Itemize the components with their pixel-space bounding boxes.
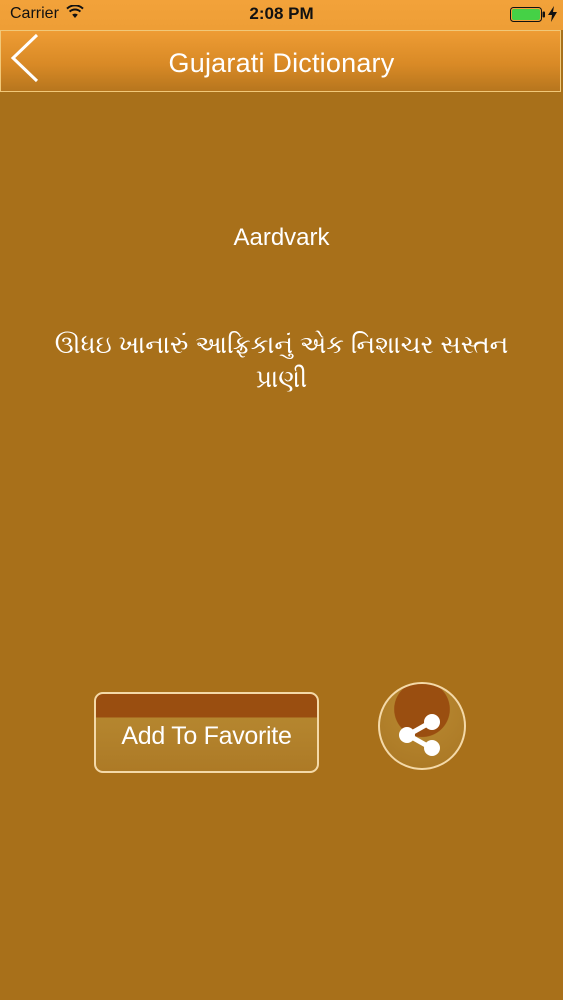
nav-bar: Gujarati Dictionary [0,30,561,92]
bolt-icon [548,6,557,22]
status-bar: Carrier 2:08 PM [0,0,563,30]
add-to-favorite-button[interactable]: Add To Favorite [94,692,319,773]
status-time: 2:08 PM [249,4,314,23]
add-to-favorite-label: Add To Favorite [121,722,292,750]
word-meaning: ઊધઇ ખાનારું આફ્રિકાનું એક નિશાચર સસ્તન પ… [54,331,509,393]
share-button[interactable] [378,682,466,770]
page-title: Gujarati Dictionary [168,48,395,78]
word-title: Aardvark [233,224,330,251]
share-icon [399,714,440,756]
battery-icon [510,7,545,22]
